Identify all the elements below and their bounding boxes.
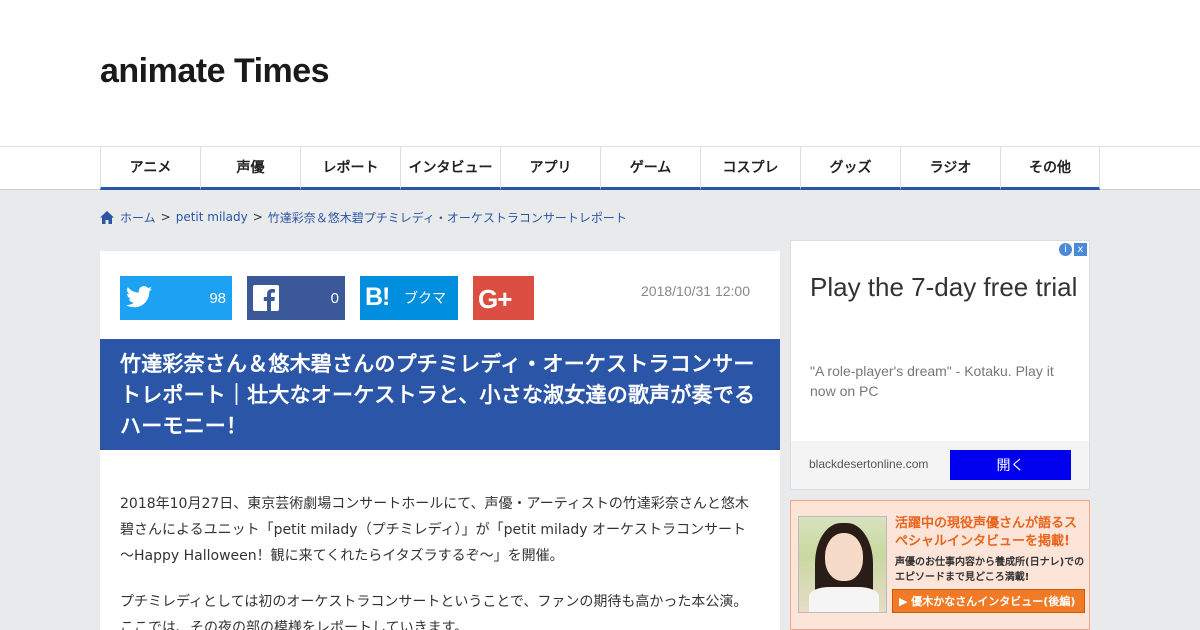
article-card: 98 0 B! ブクマ G+ 2018/10/31 12:00 竹達彩奈さん＆悠…	[100, 251, 780, 630]
nav-item-cosplay[interactable]: コスプレ	[700, 147, 800, 190]
nav-item-game[interactable]: ゲーム	[600, 147, 700, 190]
home-icon	[100, 210, 114, 224]
ad-open-button[interactable]: 開く	[950, 450, 1071, 480]
facebook-icon	[253, 285, 279, 311]
interview-banner[interactable]: 活躍中の現役声優さんが語るスペシャルインタビューを掲載! 声優のお仕事内容から養…	[790, 500, 1090, 630]
twitter-share-button[interactable]: 98	[120, 276, 232, 320]
nav-item-report[interactable]: レポート	[300, 147, 400, 190]
nav-item-other[interactable]: その他	[1000, 147, 1100, 190]
ad-close-icon[interactable]: x	[1074, 243, 1087, 256]
main-nav: アニメ 声優 レポート インタビュー アプリ ゲーム コスプレ グッズ ラジオ …	[0, 146, 1200, 190]
nav-item-voice-actor[interactable]: 声優	[200, 147, 300, 190]
breadcrumb-current[interactable]: 竹達彩奈＆悠木碧プチミレディ・オーケストラコンサートレポート	[268, 209, 627, 226]
facebook-share-count: 0	[330, 289, 339, 307]
article-paragraph: プチミレディとしては初のオーケストラコンサートということで、ファンの期待も高かっ…	[120, 594, 748, 630]
banner-interview-button[interactable]: ▶ 優木かなさんインタビュー(後編)	[892, 589, 1085, 613]
banner-photo-shirt	[809, 587, 879, 612]
article-paragraph: 2018年10月27日、東京芸術劇場コンサートホールにて、声優・アーティストの竹…	[120, 496, 749, 564]
google-plus-share-button[interactable]: G+	[473, 276, 534, 320]
facebook-share-button[interactable]: 0	[247, 276, 345, 320]
banner-photo	[798, 516, 887, 613]
article-body: 2018年10月27日、東京芸術劇場コンサートホールにて、声優・アーティストの竹…	[120, 491, 760, 630]
twitter-share-count: 98	[209, 289, 226, 307]
banner-subtext: 声優のお仕事内容から養成所(日ナレ)でのエピソードまで見どころ満載!	[895, 557, 1085, 583]
google-plus-icon: G+	[478, 284, 512, 314]
site-logo[interactable]: animate Times	[100, 52, 330, 91]
nav-item-anime[interactable]: アニメ	[100, 147, 200, 190]
banner-photo-face	[825, 533, 863, 581]
site-header: animate Times	[0, 0, 1200, 146]
nav-list: アニメ 声優 レポート インタビュー アプリ ゲーム コスプレ グッズ ラジオ …	[100, 147, 1100, 191]
ad-domain: blackdesertonline.com	[809, 457, 929, 471]
article-date: 2018/10/31 12:00	[641, 283, 750, 299]
ad-info-icon[interactable]: i	[1059, 243, 1072, 256]
nav-item-radio[interactable]: ラジオ	[900, 147, 1000, 190]
twitter-icon	[126, 286, 152, 308]
breadcrumb-home[interactable]: ホーム	[120, 209, 156, 226]
nav-item-app[interactable]: アプリ	[500, 147, 600, 190]
sidebar-ad[interactable]: i x Play the 7-day free trial "A role-pl…	[790, 240, 1090, 490]
ad-headline[interactable]: Play the 7-day free trial	[810, 271, 1080, 304]
ad-footer: blackdesertonline.com 開く	[791, 441, 1089, 489]
breadcrumb-category[interactable]: petit milady	[176, 210, 248, 224]
article-title-box: 竹達彩奈さん＆悠木碧さんのプチミレディ・オーケストラコンサートレポート｜壮大なオ…	[100, 339, 780, 450]
breadcrumb: ホーム > petit milady > 竹達彩奈＆悠木碧プチミレディ・オーケス…	[100, 208, 627, 226]
article-title: 竹達彩奈さん＆悠木碧さんのプチミレディ・オーケストラコンサートレポート｜壮大なオ…	[120, 352, 756, 438]
banner-headline: 活躍中の現役声優さんが語るスペシャルインタビューを掲載!	[895, 516, 1078, 549]
hatena-bookmark-button[interactable]: B! ブクマ	[360, 276, 458, 320]
nav-item-goods[interactable]: グッズ	[800, 147, 900, 190]
nav-item-interview[interactable]: インタビュー	[400, 147, 500, 190]
hatena-label: ブクマ	[404, 291, 446, 307]
hatena-icon: B!	[365, 283, 390, 311]
breadcrumb-separator: >	[160, 210, 171, 224]
ad-choices[interactable]: i x	[1059, 243, 1087, 256]
breadcrumb-separator: >	[252, 210, 263, 224]
ad-description: "A role-player's dream" - Kotaku. Play i…	[810, 363, 1054, 399]
